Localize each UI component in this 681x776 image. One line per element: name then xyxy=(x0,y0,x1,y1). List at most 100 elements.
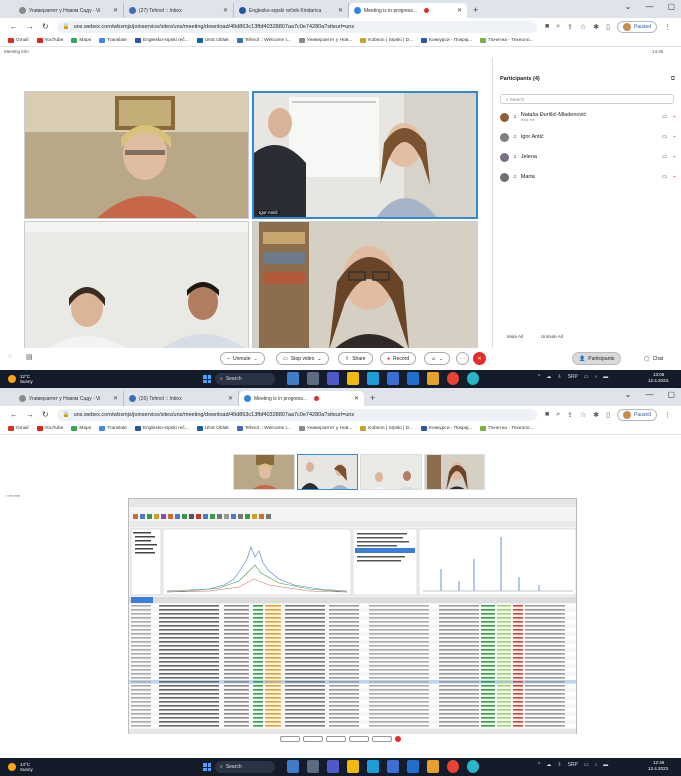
address-bar[interactable]: 🔒 uns.webex.com/wbxmjs/joinservice/sites/… xyxy=(56,20,537,33)
file-explorer-icon[interactable] xyxy=(347,372,359,385)
new-tab-button[interactable]: + xyxy=(364,391,381,406)
leave-meeting-button[interactable]: ✕ xyxy=(473,352,486,365)
close-icon[interactable]: ✕ xyxy=(113,395,118,402)
profile-button[interactable]: Paused xyxy=(617,408,657,421)
bookmark-tehnoloski[interactable]: Почетна - Техноло... xyxy=(480,426,534,431)
reactions-button[interactable]: ☺ ⌄ xyxy=(424,352,451,365)
mail-icon[interactable] xyxy=(407,372,419,385)
volume-icon[interactable]: ♪ xyxy=(595,374,598,380)
video-thumb-jelena[interactable] xyxy=(360,454,422,490)
participant-row[interactable]: ♫ Igor Antić ▭ ⌁ xyxy=(500,130,676,144)
chrome-icon[interactable] xyxy=(447,760,459,773)
volume-icon[interactable]: ♪ xyxy=(595,762,598,768)
bookmark-maps[interactable]: Maps xyxy=(71,38,91,43)
video-tile-marta[interactable] xyxy=(252,221,478,349)
video-thumb-host[interactable] xyxy=(233,454,295,490)
sidepanel-icon[interactable]: ▯ xyxy=(606,411,610,419)
zoom-icon[interactable]: ⌕ xyxy=(556,411,560,419)
address-bar[interactable]: 🔒 uns.webex.com/wbxmjs/joinservice/sites/… xyxy=(56,408,537,421)
maximize-icon[interactable]: ▢ xyxy=(667,2,675,11)
network-icon[interactable]: ▭ xyxy=(584,374,589,380)
widgets-icon[interactable] xyxy=(287,372,299,385)
windows-start-icon[interactable] xyxy=(203,763,211,771)
taskbar-search[interactable]: ⌕ Search xyxy=(215,373,275,385)
bookmark-tehnol[interactable]: Tehnol :: Welcome t... xyxy=(236,38,291,43)
participants-button[interactable]: 👤 Participants xyxy=(572,352,622,365)
bookmark-youtube[interactable]: YouTube xyxy=(36,426,63,431)
mic-muted-icon[interactable]: ⌁ xyxy=(673,174,676,180)
back-icon[interactable]: ← xyxy=(10,22,18,31)
share-icon[interactable]: ⇪ xyxy=(567,411,573,419)
share-control-button[interactable] xyxy=(280,736,300,742)
bookmark-gmail[interactable]: Gmail xyxy=(8,426,29,431)
chevron-down-icon[interactable]: ⌄ xyxy=(625,2,632,11)
new-tab-button[interactable]: + xyxy=(467,3,484,18)
participant-search-input[interactable]: ⌕ Search xyxy=(500,94,674,104)
taskview-icon[interactable] xyxy=(307,372,319,385)
bookmark-uns-oblak[interactable]: UNS Oblak xyxy=(196,426,229,431)
taskbar-clock[interactable]: 13:05 12.4.2023. xyxy=(648,372,669,384)
captions-icon[interactable]: ▤ xyxy=(26,353,33,361)
bookmark-university[interactable]: Универзитет у Нов... xyxy=(298,38,352,43)
file-explorer-icon[interactable] xyxy=(347,760,359,773)
reload-icon[interactable]: ↻ xyxy=(42,22,49,31)
record-button[interactable]: ● Record xyxy=(380,352,417,365)
extensions-icon[interactable]: ✱ xyxy=(593,23,599,31)
video-tile-igor[interactable]: Igor Antić xyxy=(252,91,478,219)
video-thumb-marta[interactable] xyxy=(423,454,485,490)
close-icon[interactable]: ✕ xyxy=(457,7,462,14)
bookmark-tehnoloski[interactable]: Почетна - Техноло... xyxy=(480,38,534,43)
video-tile-jelena[interactable] xyxy=(24,221,249,349)
close-icon[interactable]: ✕ xyxy=(228,395,233,402)
share-button[interactable]: ⇧ Share xyxy=(338,352,373,365)
weather-widget[interactable]: 12°C Sunny xyxy=(8,374,33,384)
star-icon[interactable]: ☆ xyxy=(580,411,586,419)
unmute-button[interactable]: ⌁ Unmute ⌄ xyxy=(220,352,265,365)
taskbar-clock[interactable]: 12:46 12.4.2023. xyxy=(648,760,669,772)
usb-icon[interactable]: ⇩ xyxy=(557,374,561,380)
close-icon[interactable]: ✕ xyxy=(354,395,359,402)
sidepanel-icon[interactable]: ▯ xyxy=(606,23,610,31)
camera-icon[interactable]: ■ xyxy=(545,411,549,418)
star-icon[interactable]: ☆ xyxy=(580,23,586,31)
video-thumb-igor[interactable] xyxy=(296,454,358,490)
bookmark-translate[interactable]: Translate xyxy=(99,426,127,431)
taskview-icon[interactable] xyxy=(307,760,319,773)
mute-all-button[interactable]: Mute All xyxy=(507,334,523,339)
profile-button[interactable]: Paused xyxy=(617,20,657,33)
reload-icon[interactable]: ↻ xyxy=(42,410,49,419)
chevron-down-icon[interactable]: ⌄ xyxy=(625,390,632,399)
store-icon[interactable] xyxy=(387,760,399,773)
participant-row[interactable]: ♫ Jelena ▭ ⌁ xyxy=(500,150,676,164)
close-icon[interactable]: ✕ xyxy=(223,7,228,14)
bookmark-kobson[interactable]: Kobson | Srpski | D... xyxy=(360,426,413,431)
share-control-button[interactable] xyxy=(303,736,323,742)
tab-meeting[interactable]: Meeting is in progress... ✕ xyxy=(349,3,467,18)
forward-icon[interactable]: → xyxy=(26,22,34,31)
bookmark-uns-oblak[interactable]: UNS Oblak xyxy=(196,38,229,43)
widgets-icon[interactable] xyxy=(287,760,299,773)
bookmark-youtube[interactable]: YouTube xyxy=(36,38,63,43)
mic-muted-icon[interactable]: ⌁ xyxy=(673,114,676,120)
close-icon[interactable]: ✕ xyxy=(338,7,343,14)
bookmark-tehnol[interactable]: Tehnol :: Welcome t... xyxy=(236,426,291,431)
cloud-icon[interactable]: ☁ xyxy=(546,762,551,768)
edge-icon[interactable] xyxy=(367,372,379,385)
tab-dictionary[interactable]: Englesko-srpski rečnik Kindarica ✕ xyxy=(234,3,349,18)
video-icon[interactable]: ▭ xyxy=(662,154,667,160)
video-icon[interactable]: ▭ xyxy=(662,134,667,140)
close-icon[interactable]: ✕ xyxy=(113,7,118,14)
input-language[interactable]: SRP xyxy=(568,762,578,768)
more-button[interactable]: ⋯ xyxy=(456,352,469,365)
chat-button[interactable]: ◯ Chat xyxy=(638,352,670,365)
battery-icon[interactable]: ▬ xyxy=(603,762,608,768)
back-icon[interactable]: ← xyxy=(10,410,18,419)
minimize-icon[interactable]: — xyxy=(645,2,653,11)
participant-row[interactable]: ♫ Nataša Đurišić-Mladenović Host, me ▭ ⌁ xyxy=(500,110,676,124)
bookmark-dictionary[interactable]: Englesko-srpski reč... xyxy=(134,426,189,431)
zoom-icon[interactable]: ⌕ xyxy=(556,23,560,31)
bookmark-gmail[interactable]: Gmail xyxy=(8,38,29,43)
tab-meeting[interactable]: Meeting is in progress... ✕ xyxy=(239,391,364,406)
share-control-button[interactable] xyxy=(349,736,369,742)
menu-icon[interactable]: ⋮ xyxy=(664,411,671,419)
